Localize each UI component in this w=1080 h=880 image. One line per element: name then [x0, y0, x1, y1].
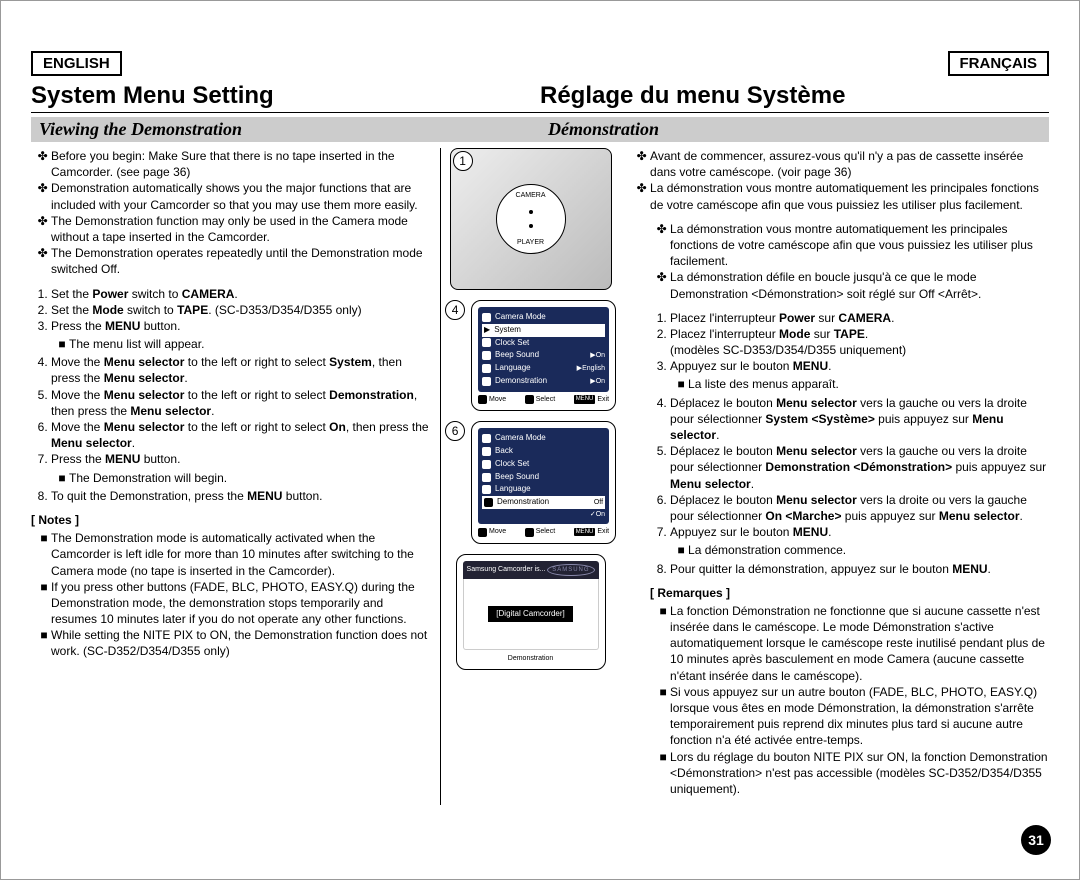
en-note: If you press other buttons (FADE, BLC, P…	[51, 579, 430, 628]
demo-icon	[484, 498, 493, 507]
en-note: The Demonstration mode is automatically …	[51, 530, 430, 579]
dial-dot-icon	[529, 224, 533, 228]
fr-bullet: La démonstration vous montre automatique…	[670, 221, 1049, 270]
back-icon	[482, 447, 491, 456]
select-icon	[525, 528, 534, 537]
dial-dot-icon	[529, 210, 533, 214]
figure-number-1: 1	[453, 151, 473, 171]
demo-icon	[482, 377, 491, 386]
menu-icon: MENU	[574, 395, 596, 403]
mode-dial-icon: CAMERA PLAYER	[496, 184, 566, 254]
fr-step: Appuyez sur le bouton MENU. La liste des…	[670, 358, 1049, 392]
demo-center-label: [Digital Camcorder]	[488, 606, 572, 623]
en-step: Move the Menu selector to the left or ri…	[51, 387, 430, 419]
en-bullet: Demonstration automatically shows you th…	[51, 180, 430, 212]
en-step: Set the Power switch to CAMERA.	[51, 286, 430, 302]
figure-number-6: 6	[445, 421, 465, 441]
clock-icon	[482, 338, 491, 347]
fr-bullet: La démonstration vous montre automatique…	[650, 180, 1049, 212]
page-title-fr: Réglage du menu Système	[540, 80, 1049, 112]
lang-french-label: FRANÇAIS	[948, 51, 1050, 76]
fr-step: Déplacez le bouton Menu selector vers la…	[670, 443, 1049, 492]
camera-icon	[482, 434, 491, 443]
fr-note: La fonction Démonstration ne fonctionne …	[670, 603, 1049, 684]
lcd-menu-figure-6: Camera Mode Back Clock Set Beep Sound La…	[471, 421, 616, 544]
fr-note: Si vous appuyez sur un autre bouton (FAD…	[670, 684, 1049, 749]
language-icon	[482, 485, 491, 494]
en-step: Press the MENU button. The menu list wil…	[51, 318, 430, 352]
en-note: While setting the NITE PIX to ON, the De…	[51, 627, 430, 659]
figure-number-4: 4	[445, 300, 465, 320]
select-icon	[525, 395, 534, 404]
en-step: Move the Menu selector to the left or ri…	[51, 354, 430, 386]
section-subtitle-fr: Démonstration	[540, 117, 1049, 142]
fr-step: Placez l'interrupteur Mode sur TAPE. (mo…	[670, 326, 1049, 358]
camera-icon	[482, 313, 491, 322]
en-bullet: The Demonstration function may only be u…	[51, 213, 430, 245]
demo-top-text: Samsung Camcorder is...	[467, 565, 546, 574]
en-substep: The Demonstration will begin.	[69, 470, 430, 486]
fr-substep: La démonstration commence.	[688, 542, 1049, 558]
demo-bottom-label: Demonstration	[463, 654, 599, 663]
fr-step: Appuyez sur le bouton MENU. La démonstra…	[670, 524, 1049, 558]
fr-step: Pour quitter la démonstration, appuyez s…	[670, 561, 1049, 577]
fr-step: Déplacez le bouton Menu selector vers la…	[670, 492, 1049, 524]
en-step: Press the MENU button. The Demonstration…	[51, 451, 430, 485]
fr-note: Lors du réglage du bouton NITE PIX sur O…	[670, 749, 1049, 798]
move-icon	[478, 395, 487, 404]
figures-column: 1 CAMERA PLAYER 4 Camera Mode ▶System Cl…	[440, 148, 620, 805]
en-substep: The menu list will appear.	[69, 336, 430, 352]
fr-bullet: La démonstration défile en boucle jusqu'…	[670, 269, 1049, 301]
dial-camera-label: CAMERA	[516, 191, 546, 200]
english-column: Before you begin: Make Sure that there i…	[31, 148, 440, 805]
page-title-en: System Menu Setting	[31, 80, 540, 112]
sound-icon	[482, 473, 491, 482]
en-bullet: Before you begin: Make Sure that there i…	[51, 148, 430, 180]
en-bullet: The Demonstration operates repeatedly un…	[51, 245, 430, 277]
clock-icon	[482, 460, 491, 469]
lcd-menu-figure-4: Camera Mode ▶System Clock Set Beep Sound…	[471, 300, 616, 411]
fr-notes-heading: [ Remarques ]	[630, 585, 1049, 601]
french-column: Avant de commencer, assurez-vous qu'il n…	[620, 148, 1049, 805]
demonstration-screen-figure: Samsung Camcorder is... SAMSUNG [Digital…	[456, 554, 606, 671]
section-subtitle-en: Viewing the Demonstration	[31, 117, 540, 142]
fr-step: Placez l'interrupteur Power sur CAMERA.	[670, 310, 1049, 326]
move-icon	[478, 528, 487, 537]
sound-icon	[482, 351, 491, 360]
en-step: Set the Mode switch to TAPE. (SC-D353/D3…	[51, 302, 430, 318]
en-step: Move the Menu selector to the left or ri…	[51, 419, 430, 451]
dial-player-label: PLAYER	[517, 238, 544, 247]
mode-dial-figure: 1 CAMERA PLAYER	[450, 148, 612, 290]
page-number-badge: 31	[1021, 825, 1051, 855]
samsung-logo-icon: SAMSUNG	[547, 564, 594, 576]
lang-english-label: ENGLISH	[31, 51, 122, 76]
language-icon	[482, 364, 491, 373]
en-step: To quit the Demonstration, press the MEN…	[51, 488, 430, 504]
fr-step: Déplacez le bouton Menu selector vers la…	[670, 395, 1049, 444]
fr-bullet: Avant de commencer, assurez-vous qu'il n…	[650, 148, 1049, 180]
en-notes-heading: [ Notes ]	[31, 512, 430, 528]
fr-substep: La liste des menus apparaît.	[688, 376, 1049, 392]
menu-icon: MENU	[574, 528, 596, 536]
